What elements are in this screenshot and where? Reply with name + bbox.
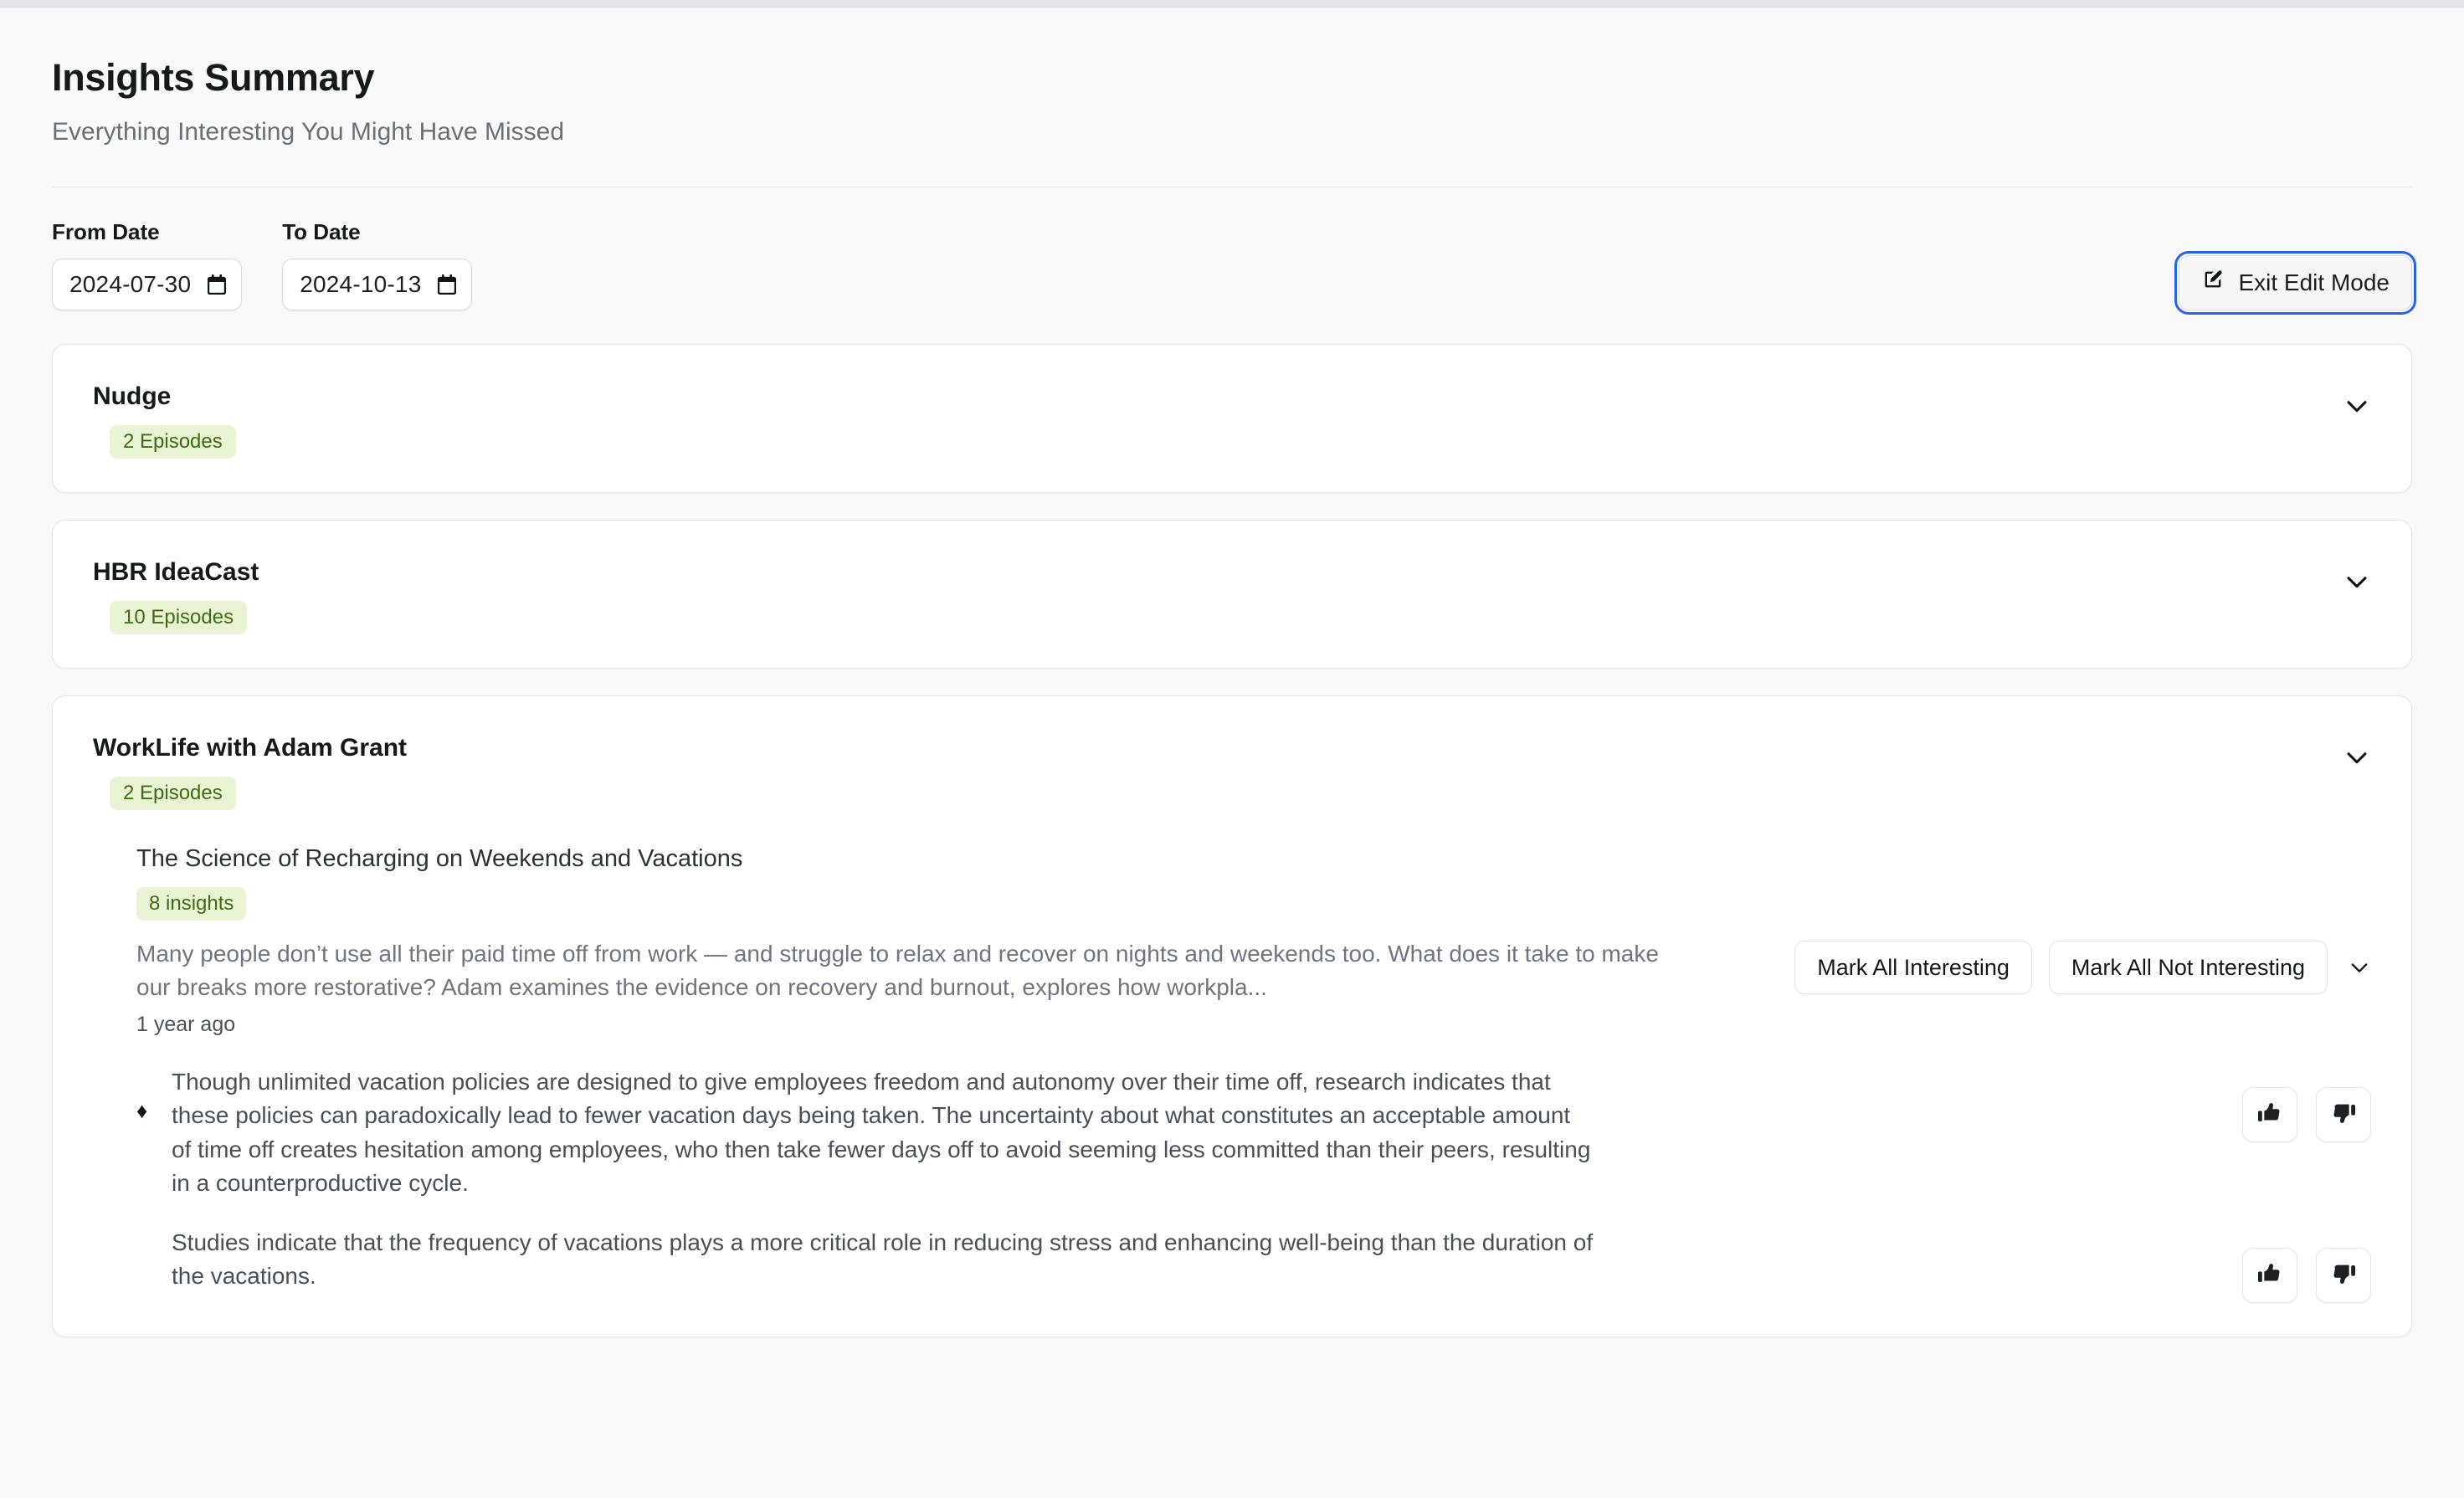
podcast-card: HBR IdeaCast 10 Episodes	[52, 519, 2412, 669]
from-date-input[interactable]: 2024-07-30	[52, 258, 243, 310]
mark-all-interesting-button[interactable]: Mark All Interesting	[1794, 941, 2032, 994]
episode-age: 1 year ago	[136, 1012, 236, 1036]
page-subtitle: Everything Interesting You Might Have Mi…	[52, 117, 564, 146]
podcast-card-header-left: HBR IdeaCast 10 Episodes	[93, 557, 259, 634]
from-date-label: From Date	[52, 218, 160, 244]
episode-title: The Science of Recharging on Weekends an…	[136, 844, 743, 872]
thumbs-down-icon	[2330, 1100, 2357, 1129]
exit-edit-mode-button[interactable]: Exit Edit Mode	[2174, 250, 2416, 315]
episode-description: Many people don’t use all their paid tim…	[136, 941, 1659, 1000]
insight-content: ♦ Though unlimited vacation policies are…	[136, 1065, 2242, 1201]
insight-count-badge: 8 insights	[136, 887, 247, 921]
insight-content: Studies indicate that the frequency of v…	[136, 1226, 2242, 1294]
episode-count-badge: 10 Episodes	[110, 600, 248, 634]
podcast-card: WorkLife with Adam Grant 2 Episodes The …	[52, 695, 2412, 1337]
to-date-value: 2024-10-13	[300, 270, 422, 297]
episode-actions: Mark All Interesting Mark All Not Intere…	[1794, 941, 2371, 994]
from-date-value: 2024-07-30	[69, 270, 192, 297]
episode-body: Many people don’t use all their paid tim…	[136, 937, 2371, 1037]
from-date-field: From Date 2024-07-30	[52, 218, 243, 310]
insight-list: ♦ Though unlimited vacation policies are…	[136, 1065, 2371, 1336]
page-title: Insights Summary	[52, 56, 375, 99]
podcast-card-list: Nudge 2 Episodes HBR IdeaCast 10 Episode…	[52, 343, 2412, 1337]
insight-text: Studies indicate that the frequency of v…	[172, 1229, 1594, 1290]
to-date-label: To Date	[282, 218, 361, 244]
chevron-down-icon[interactable]	[2343, 392, 2371, 420]
chevron-down-icon[interactable]	[2348, 956, 2371, 979]
podcast-title: WorkLife with Adam Grant	[93, 733, 408, 762]
podcast-card-header-left: Nudge 2 Episodes	[93, 382, 236, 459]
podcast-card-header[interactable]: Nudge 2 Episodes	[53, 345, 2411, 492]
podcast-title: Nudge	[93, 382, 172, 410]
insight-row: Studies indicate that the frequency of v…	[136, 1226, 2371, 1303]
chevron-up-icon[interactable]	[2343, 743, 2371, 772]
edit-pencil-icon	[2201, 268, 2225, 297]
to-date-field: To Date 2024-10-13	[282, 218, 473, 310]
podcast-title: HBR IdeaCast	[93, 557, 259, 586]
to-date-input[interactable]: 2024-10-13	[282, 258, 473, 310]
thumbs-down-button[interactable]	[2316, 1247, 2371, 1303]
insight-vote-group	[2242, 1086, 2371, 1142]
insight-row: ♦ Though unlimited vacation policies are…	[136, 1065, 2371, 1201]
thumbs-up-icon	[2256, 1100, 2283, 1129]
insight-text: Though unlimited vacation policies are d…	[172, 1068, 1591, 1197]
podcast-card: Nudge 2 Episodes	[52, 343, 2412, 493]
exit-edit-mode-label: Exit Edit Mode	[2238, 269, 2390, 295]
thumbs-down-icon	[2330, 1260, 2357, 1290]
window-top-strip	[0, 0, 2464, 8]
episode-block: The Science of Recharging on Weekends an…	[53, 844, 2411, 1336]
thumbs-up-icon	[2256, 1260, 2283, 1290]
page-container: Insights Summary Everything Interesting …	[0, 56, 2464, 1337]
filter-bar: From Date 2024-07-30 To Date 2024-10-13	[52, 218, 2416, 315]
thumbs-up-button[interactable]	[2242, 1247, 2297, 1303]
episode-text-column: Many people don’t use all their paid tim…	[136, 937, 1668, 1037]
episode-count-badge: 2 Episodes	[110, 424, 236, 459]
viewport-bottom-fade	[0, 1439, 2464, 1498]
insight-vote-group	[2242, 1247, 2371, 1303]
episode-count-badge: 2 Episodes	[110, 776, 236, 810]
calendar-icon[interactable]	[438, 274, 457, 295]
diamond-bullet-icon: ♦	[136, 1097, 148, 1123]
thumbs-up-button[interactable]	[2242, 1086, 2297, 1142]
thumbs-down-button[interactable]	[2316, 1086, 2371, 1142]
podcast-card-header[interactable]: WorkLife with Adam Grant 2 Episodes	[53, 696, 2411, 844]
calendar-icon[interactable]	[208, 274, 227, 295]
chevron-down-icon[interactable]	[2343, 567, 2371, 596]
podcast-card-header-left: WorkLife with Adam Grant 2 Episodes	[93, 733, 407, 810]
podcast-card-header[interactable]: HBR IdeaCast 10 Episodes	[53, 521, 2411, 668]
mark-all-not-interesting-button[interactable]: Mark All Not Interesting	[2048, 941, 2328, 994]
